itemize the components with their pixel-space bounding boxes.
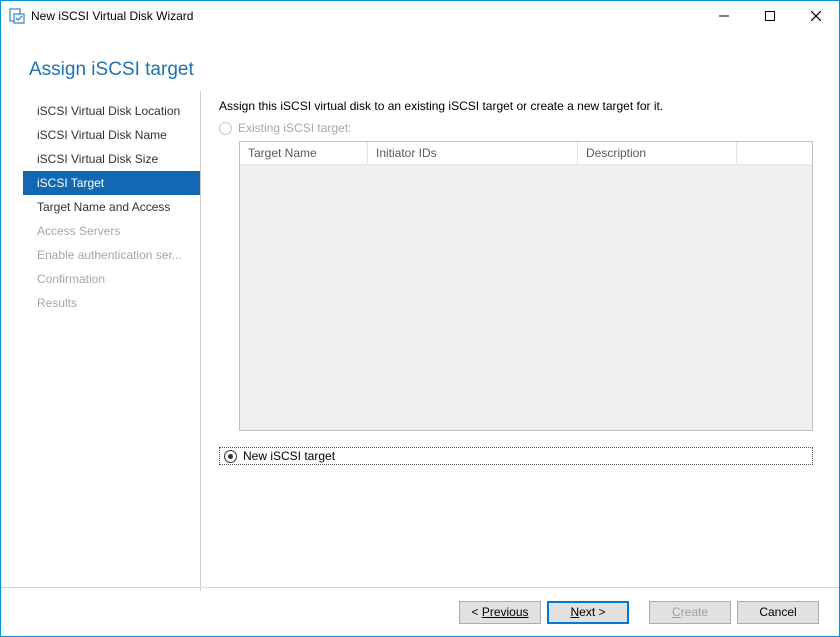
nav-enable-authentication: Enable authentication ser... <box>23 243 200 267</box>
next-button[interactable]: Next > <box>547 601 629 624</box>
radio-new-iscsi-target[interactable]: New iSCSI target <box>219 447 813 465</box>
nav-iscsi-virtual-disk-size[interactable]: iSCSI Virtual Disk Size <box>23 147 200 171</box>
wizard-header: Assign iSCSI target <box>1 31 839 91</box>
radio-icon <box>224 450 237 463</box>
wizard-nav: iSCSI Virtual Disk Location iSCSI Virtua… <box>23 91 201 591</box>
radio-existing-iscsi-target: Existing iSCSI target: <box>219 121 813 135</box>
close-button[interactable] <box>793 1 839 31</box>
nav-access-servers: Access Servers <box>23 219 200 243</box>
create-button: Create <box>649 601 731 624</box>
radio-label-existing: Existing iSCSI target: <box>238 121 351 135</box>
previous-button[interactable]: < Previous <box>459 601 541 624</box>
column-target-name[interactable]: Target Name <box>240 142 368 164</box>
nav-iscsi-target[interactable]: iSCSI Target <box>23 171 200 195</box>
app-icon <box>9 8 25 24</box>
radio-label-new: New iSCSI target <box>243 449 335 463</box>
table-header-row: Target Name Initiator IDs Description <box>240 142 812 165</box>
nav-results: Results <box>23 291 200 315</box>
existing-targets-table: Target Name Initiator IDs Description <box>239 141 813 431</box>
column-description[interactable]: Description <box>578 142 737 164</box>
maximize-button[interactable] <box>747 1 793 31</box>
instruction-text: Assign this iSCSI virtual disk to an exi… <box>219 99 813 113</box>
wizard-footer: < Previous Next > Create Cancel <box>1 587 839 636</box>
minimize-button[interactable] <box>701 1 747 31</box>
page-title: Assign iSCSI target <box>29 59 811 81</box>
column-initiator-ids[interactable]: Initiator IDs <box>368 142 578 164</box>
nav-confirmation: Confirmation <box>23 267 200 291</box>
column-spacer <box>737 142 812 164</box>
nav-iscsi-virtual-disk-name[interactable]: iSCSI Virtual Disk Name <box>23 123 200 147</box>
title-bar: New iSCSI Virtual Disk Wizard <box>1 1 839 31</box>
nav-target-name-and-access[interactable]: Target Name and Access <box>23 195 200 219</box>
window-title: New iSCSI Virtual Disk Wizard <box>31 9 701 23</box>
radio-icon <box>219 122 232 135</box>
nav-iscsi-virtual-disk-location[interactable]: iSCSI Virtual Disk Location <box>23 99 200 123</box>
wizard-content: Assign this iSCSI virtual disk to an exi… <box>201 91 817 591</box>
cancel-button[interactable]: Cancel <box>737 601 819 624</box>
